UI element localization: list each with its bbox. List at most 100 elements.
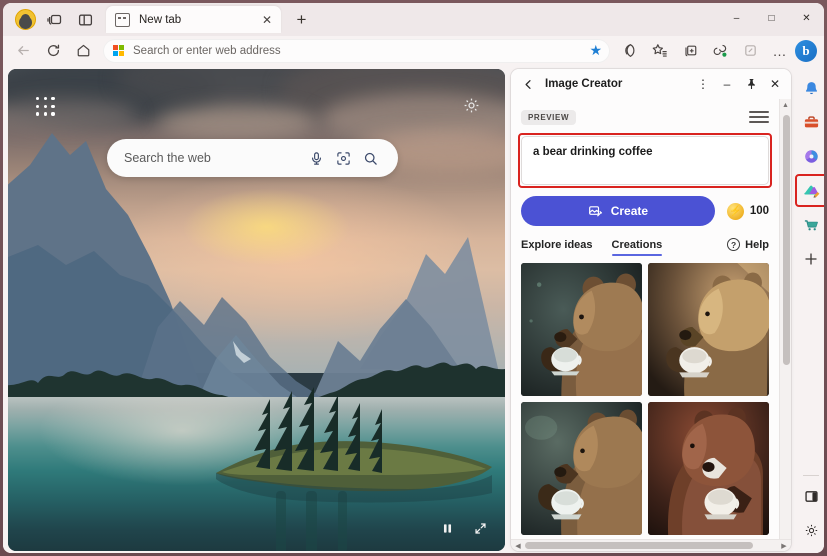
- create-button-label: Create: [611, 204, 648, 218]
- horizontal-scroll-track[interactable]: [524, 540, 778, 552]
- scroll-left-arrow-icon[interactable]: ◀: [512, 542, 524, 550]
- tab-creations[interactable]: Creations: [612, 239, 663, 256]
- expand-icon[interactable]: [467, 515, 493, 541]
- address-bar[interactable]: Search or enter web address ★: [103, 39, 610, 63]
- browser-window: New tab ✕ + – □ ✕ S: [3, 3, 824, 553]
- question-mark-icon: ?: [727, 238, 740, 251]
- edge-sidebar-rail: [794, 69, 824, 551]
- address-bar-placeholder: Search or enter web address: [133, 45, 589, 57]
- maximize-button[interactable]: □: [754, 3, 789, 34]
- panel-minimize-icon[interactable]: –: [715, 72, 739, 96]
- new-tab-page-icon: [115, 13, 130, 27]
- back-chevron-icon[interactable]: [519, 79, 537, 90]
- copilot-icon[interactable]: b: [795, 40, 817, 62]
- split-screen-icon[interactable]: [615, 38, 645, 64]
- home-button[interactable]: [68, 38, 98, 64]
- panel-close-icon[interactable]: ✕: [763, 72, 787, 96]
- panel-vertical-scrollbar[interactable]: ▲: [779, 99, 791, 539]
- new-tab-page: Search the web: [8, 69, 505, 551]
- boost-coin-icon: ⚡: [727, 203, 744, 220]
- horizontal-scroll-thumb[interactable]: [525, 542, 753, 549]
- magic-wand-image-icon: [588, 204, 603, 219]
- boost-count: 100: [750, 205, 769, 217]
- panel-more-icon[interactable]: ⋮: [691, 72, 715, 96]
- creation-thumbnail[interactable]: [521, 263, 642, 396]
- collections-icon[interactable]: [675, 38, 705, 64]
- microphone-icon[interactable]: [303, 145, 330, 172]
- search-input[interactable]: Search the web: [124, 151, 303, 165]
- new-tab-button[interactable]: +: [288, 6, 315, 33]
- tab-explore-ideas[interactable]: Explore ideas: [521, 239, 593, 256]
- tab-actions-menu-icon[interactable]: [70, 6, 100, 34]
- sidebar-item-shopping[interactable]: [798, 211, 825, 238]
- favorites-icon[interactable]: [645, 38, 675, 64]
- page-settings-gear-icon[interactable]: [463, 97, 480, 119]
- rail-divider: [803, 475, 819, 476]
- preview-row: PREVIEW: [521, 105, 779, 129]
- tab[interactable]: New tab ✕: [106, 6, 281, 33]
- back-button[interactable]: [8, 38, 38, 64]
- browser-essentials-icon[interactable]: [705, 38, 735, 64]
- image-creator-icon: [802, 182, 820, 200]
- gear-icon: [804, 523, 819, 538]
- creation-thumbnail[interactable]: [648, 263, 769, 396]
- visual-search-icon[interactable]: [330, 145, 357, 172]
- sidebar-item-notifications[interactable]: [798, 75, 825, 102]
- profile-avatar-icon[interactable]: [3, 6, 40, 34]
- microsoft-logo-icon: [113, 45, 124, 56]
- sidebar-toggle-button[interactable]: [798, 483, 825, 510]
- vertical-scroll-thumb[interactable]: [783, 115, 790, 365]
- settings-and-more-icon[interactable]: …: [765, 38, 795, 64]
- panel-horizontal-scrollbar[interactable]: ◀ ▶: [511, 539, 791, 551]
- shopping-cart-icon: [803, 216, 820, 233]
- prompt-wrapper: a bear drinking coffee: [521, 136, 769, 185]
- sidebar-item-add[interactable]: [798, 245, 825, 272]
- creations-grid: [521, 263, 779, 539]
- window-controls: – □ ✕: [719, 3, 824, 36]
- close-window-button[interactable]: ✕: [789, 3, 824, 34]
- minimize-button[interactable]: –: [719, 3, 754, 34]
- close-icon[interactable]: ✕: [257, 10, 277, 30]
- scroll-up-arrow-icon[interactable]: ▲: [782, 99, 789, 111]
- create-row: Create ⚡ 100: [521, 196, 769, 226]
- favorite-star-icon[interactable]: ★: [589, 42, 602, 59]
- briefcase-icon: [803, 114, 820, 131]
- screenshot-root: New tab ✕ + – □ ✕ S: [0, 0, 827, 556]
- title-bar: New tab ✕ + – □ ✕: [3, 3, 824, 36]
- sidebar-settings-button[interactable]: [798, 517, 825, 544]
- hamburger-menu-icon[interactable]: [749, 108, 769, 126]
- search-icon[interactable]: [357, 145, 384, 172]
- search-box[interactable]: Search the web: [107, 139, 398, 177]
- boosts-indicator[interactable]: ⚡ 100: [727, 203, 769, 220]
- tab-title: New tab: [139, 14, 257, 26]
- sidebar-toggle-icon: [804, 489, 819, 504]
- sidebar-item-office[interactable]: [798, 143, 825, 170]
- pin-icon[interactable]: [739, 72, 763, 96]
- content-area: Search the web: [3, 65, 824, 553]
- refresh-button[interactable]: [38, 38, 68, 64]
- panel-scroll-area: PREVIEW a bear drinking coffee: [511, 99, 779, 539]
- panel-header: Image Creator ⋮ – ✕: [511, 69, 791, 99]
- creation-thumbnail[interactable]: [521, 402, 642, 535]
- image-creator-panel: Image Creator ⋮ – ✕ PREVIEW: [511, 69, 791, 551]
- help-button[interactable]: ? Help: [727, 238, 769, 256]
- help-label: Help: [745, 239, 769, 251]
- preview-badge: PREVIEW: [521, 110, 576, 125]
- create-button[interactable]: Create: [521, 196, 715, 226]
- sidebar-item-image-creator[interactable]: [798, 177, 825, 204]
- creation-thumbnail[interactable]: [648, 402, 769, 535]
- bell-icon: [803, 80, 820, 97]
- extensions-icon[interactable]: [735, 38, 765, 64]
- panel-tabs: Explore ideas Creations ? Help: [521, 238, 769, 256]
- pause-button[interactable]: [434, 515, 460, 541]
- app-launcher-grid-icon[interactable]: [36, 97, 58, 119]
- microsoft-365-icon: [803, 148, 820, 165]
- workspaces-icon[interactable]: [40, 6, 70, 34]
- panel-title: Image Creator: [545, 78, 622, 90]
- navigation-toolbar: Search or enter web address ★: [3, 36, 824, 65]
- plus-icon: [804, 252, 818, 266]
- prompt-input[interactable]: a bear drinking coffee: [521, 136, 769, 185]
- scroll-right-arrow-icon[interactable]: ▶: [778, 542, 790, 550]
- video-controls: [434, 515, 493, 541]
- sidebar-item-tools[interactable]: [798, 109, 825, 136]
